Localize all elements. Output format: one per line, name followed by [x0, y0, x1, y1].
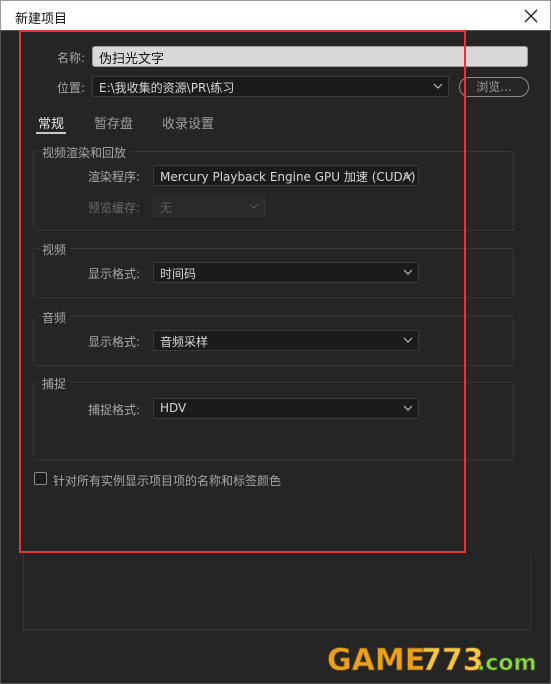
preview-cache-value: 无: [160, 201, 173, 215]
active-tab-indicator: [36, 132, 66, 134]
chevron-down-icon: [249, 200, 259, 210]
title-bar: 新建项目: [0, 0, 551, 30]
renderer-label: 渲染程序:: [88, 170, 141, 184]
preview-cache-label: 预览缓存:: [88, 201, 141, 215]
chevron-down-icon: [403, 402, 413, 412]
browse-button[interactable]: 浏览...: [459, 77, 529, 97]
tab-ingest-settings[interactable]: 收录设置: [162, 113, 214, 132]
video-render-group: [33, 151, 514, 231]
chevron-down-icon: [403, 334, 413, 344]
lower-panel: [23, 554, 531, 630]
location-value: E:\我收集的资源\PR\练习: [99, 81, 235, 95]
capture-format-select[interactable]: HDV: [153, 398, 419, 419]
video-format-value: 时间码: [160, 267, 197, 281]
chevron-down-icon: [433, 80, 443, 90]
audio-format-label: 显示格式:: [88, 335, 141, 349]
chevron-down-icon: [403, 266, 413, 276]
window-title: 新建项目: [15, 12, 68, 27]
video-render-title: 视频渲染和回放: [42, 144, 131, 161]
video-title: 视频: [42, 241, 71, 258]
tab-scratch-disks[interactable]: 暂存盘: [94, 113, 133, 132]
location-select[interactable]: E:\我收集的资源\PR\练习: [92, 76, 449, 97]
name-field[interactable]: 伪扫光文字: [92, 46, 528, 67]
tab-general[interactable]: 常规: [38, 113, 64, 132]
name-label: 名称:: [57, 51, 86, 65]
video-format-select[interactable]: 时间码: [153, 262, 419, 283]
close-icon: [524, 9, 538, 23]
show-label-colors-checkbox[interactable]: [34, 472, 47, 485]
close-button[interactable]: [520, 5, 542, 27]
audio-format-value: 音频采样: [160, 335, 209, 349]
show-label-colors-label: 针对所有实例显示项目项的名称和标签颜色: [53, 474, 282, 488]
renderer-value: Mercury Playback Engine GPU 加速 (CUDA): [160, 170, 416, 184]
preview-cache-select: 无: [153, 196, 265, 217]
audio-title: 音频: [42, 309, 71, 326]
capture-format-value: HDV: [160, 401, 187, 415]
video-format-label: 显示格式:: [88, 267, 141, 281]
audio-format-select[interactable]: 音频采样: [153, 330, 419, 351]
location-label: 位置:: [57, 81, 86, 95]
chevron-down-icon: [403, 169, 413, 179]
capture-group: [33, 382, 514, 461]
capture-title: 捕捉: [42, 375, 71, 392]
renderer-select[interactable]: Mercury Playback Engine GPU 加速 (CUDA): [153, 165, 419, 186]
capture-format-label: 捕捉格式:: [88, 403, 141, 417]
